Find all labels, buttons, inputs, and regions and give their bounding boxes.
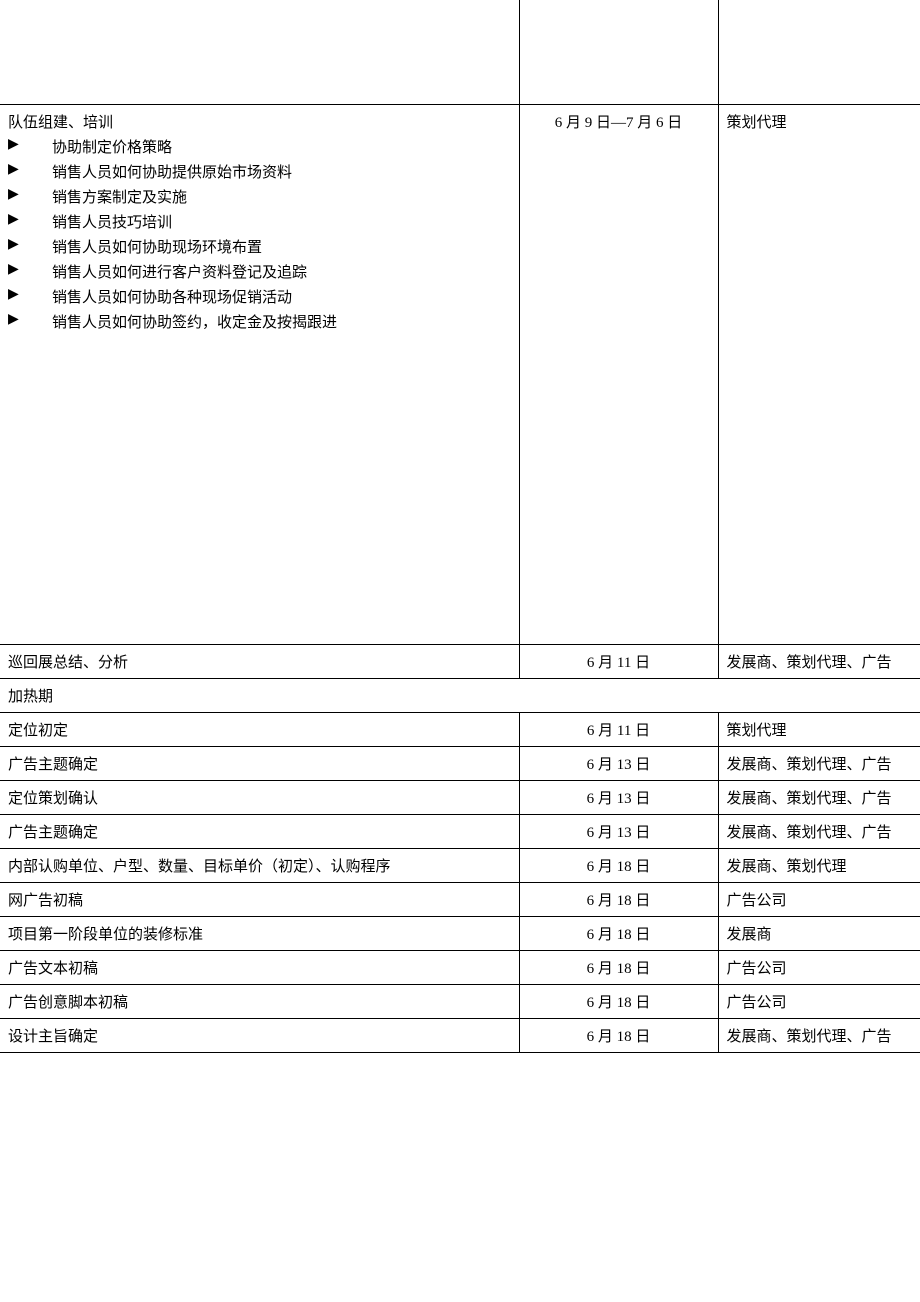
bullet-icon: ▶ [8, 211, 52, 228]
table-row: 广告创意脚本初稿6 月 18 日广告公司 [0, 984, 920, 1018]
section-header-row: 加热期 [0, 678, 920, 712]
bullet-text: 销售方案制定及实施 [52, 186, 511, 207]
resp-cell: 发展商、策划代理、广告 [718, 644, 920, 678]
bullet-item: ▶销售人员如何协助签约，收定金及按揭跟进 [8, 311, 511, 332]
bullet-item: ▶销售人员如何协助各种现场促销活动 [8, 286, 511, 307]
table-row: 内部认购单位、户型、数量、目标单价（初定）、认购程序6 月 18 日发展商、策划… [0, 848, 920, 882]
bullet-item: ▶协助制定价格策略 [8, 136, 511, 157]
resp-cell: 发展商 [718, 916, 920, 950]
task-cell: 广告文本初稿 [0, 950, 519, 984]
task-cell: 定位初定 [0, 712, 519, 746]
task-cell: 内部认购单位、户型、数量、目标单价（初定）、认购程序 [0, 848, 519, 882]
table-row [0, 0, 920, 104]
bullet-text: 销售人员如何协助现场环境布置 [52, 236, 511, 257]
task-cell: 设计主旨确定 [0, 1018, 519, 1052]
task-cell: 定位策划确认 [0, 780, 519, 814]
bullet-item: ▶销售方案制定及实施 [8, 186, 511, 207]
table-row: 项目第一阶段单位的装修标准6 月 18 日发展商 [0, 916, 920, 950]
date-cell [519, 0, 718, 104]
resp-cell: 广告公司 [718, 950, 920, 984]
resp-cell: 广告公司 [718, 882, 920, 916]
bullet-text: 销售人员技巧培训 [52, 211, 511, 232]
bullet-icon: ▶ [8, 286, 52, 303]
task-cell: 广告主题确定 [0, 746, 519, 780]
resp-cell: 发展商、策划代理、广告 [718, 814, 920, 848]
date-cell: 6 月 18 日 [519, 916, 718, 950]
table-row: 广告主题确定6 月 13 日发展商、策划代理、广告 [0, 814, 920, 848]
table-row-training: 队伍组建、培训 ▶协助制定价格策略▶销售人员如何协助提供原始市场资料▶销售方案制… [0, 104, 920, 644]
task-cell: 网广告初稿 [0, 882, 519, 916]
section-header: 加热期 [0, 678, 920, 712]
date-cell: 6 月 11 日 [519, 644, 718, 678]
table-row: 定位策划确认6 月 13 日发展商、策划代理、广告 [0, 780, 920, 814]
table-row: 广告文本初稿6 月 18 日广告公司 [0, 950, 920, 984]
table-row: 巡回展总结、分析 6 月 11 日 发展商、策划代理、广告 [0, 644, 920, 678]
table-row: 设计主旨确定6 月 18 日发展商、策划代理、广告 [0, 1018, 920, 1052]
bullet-icon: ▶ [8, 261, 52, 278]
bullet-icon: ▶ [8, 136, 52, 153]
table-row: 广告主题确定6 月 13 日发展商、策划代理、广告 [0, 746, 920, 780]
resp-cell: 策划代理 [718, 712, 920, 746]
task-cell: 项目第一阶段单位的装修标准 [0, 916, 519, 950]
task-cell [0, 0, 519, 104]
date-cell: 6 月 18 日 [519, 1018, 718, 1052]
resp-cell: 广告公司 [718, 984, 920, 1018]
date-cell: 6 月 13 日 [519, 780, 718, 814]
bullet-item: ▶销售人员如何进行客户资料登记及追踪 [8, 261, 511, 282]
table-row: 定位初定6 月 11 日策划代理 [0, 712, 920, 746]
date-cell: 6 月 18 日 [519, 950, 718, 984]
bullet-icon: ▶ [8, 311, 52, 328]
date-cell: 6 月 13 日 [519, 814, 718, 848]
date-cell: 6 月 18 日 [519, 984, 718, 1018]
resp-cell: 策划代理 [718, 104, 920, 644]
bullet-text: 销售人员如何协助提供原始市场资料 [52, 161, 511, 182]
table-row: 网广告初稿6 月 18 日广告公司 [0, 882, 920, 916]
bullet-icon: ▶ [8, 161, 52, 178]
training-title: 队伍组建、培训 [8, 111, 511, 132]
bullet-text: 协助制定价格策略 [52, 136, 511, 157]
date-cell: 6 月 11 日 [519, 712, 718, 746]
bullet-text: 销售人员如何协助签约，收定金及按揭跟进 [52, 311, 511, 332]
bullet-item: ▶销售人员技巧培训 [8, 211, 511, 232]
task-cell: 队伍组建、培训 ▶协助制定价格策略▶销售人员如何协助提供原始市场资料▶销售方案制… [0, 104, 519, 644]
bullet-text: 销售人员如何进行客户资料登记及追踪 [52, 261, 511, 282]
date-cell: 6 月 18 日 [519, 848, 718, 882]
resp-cell: 发展商、策划代理、广告 [718, 780, 920, 814]
bullet-icon: ▶ [8, 186, 52, 203]
date-cell: 6 月 18 日 [519, 882, 718, 916]
bullet-text: 销售人员如何协助各种现场促销活动 [52, 286, 511, 307]
task-cell: 广告主题确定 [0, 814, 519, 848]
date-cell: 6 月 13 日 [519, 746, 718, 780]
resp-cell: 发展商、策划代理、广告 [718, 1018, 920, 1052]
task-cell: 巡回展总结、分析 [0, 644, 519, 678]
resp-cell [718, 0, 920, 104]
date-cell: 6 月 9 日—7 月 6 日 [519, 104, 718, 644]
schedule-table: 队伍组建、培训 ▶协助制定价格策略▶销售人员如何协助提供原始市场资料▶销售方案制… [0, 0, 920, 1053]
bullet-item: ▶销售人员如何协助现场环境布置 [8, 236, 511, 257]
bullet-item: ▶销售人员如何协助提供原始市场资料 [8, 161, 511, 182]
resp-cell: 发展商、策划代理 [718, 848, 920, 882]
resp-cell: 发展商、策划代理、广告 [718, 746, 920, 780]
bullet-icon: ▶ [8, 236, 52, 253]
task-cell: 广告创意脚本初稿 [0, 984, 519, 1018]
